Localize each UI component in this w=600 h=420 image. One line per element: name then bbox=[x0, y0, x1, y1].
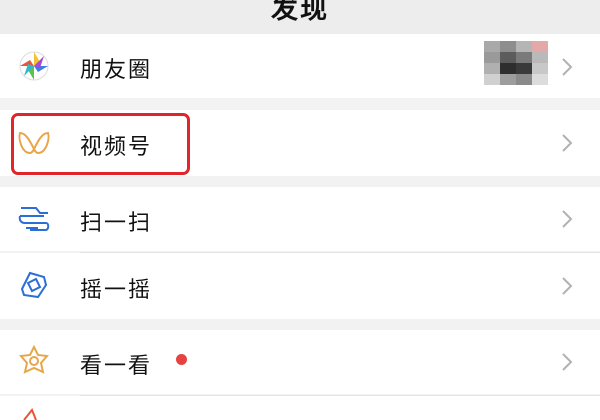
top-stories-icon bbox=[19, 344, 49, 374]
chevron-right-icon bbox=[562, 134, 573, 152]
menu-item-label: 朋友圈 bbox=[80, 58, 153, 83]
menu-item-top-stories[interactable]: 看一看 bbox=[0, 330, 600, 394]
chevron-right-icon bbox=[562, 58, 573, 76]
moments-icon bbox=[19, 51, 49, 81]
menu-item-scan[interactable]: 扫一扫 bbox=[0, 187, 600, 251]
chevron-right-icon bbox=[562, 353, 573, 371]
menu-item-shake[interactable]: 摇一摇 bbox=[0, 253, 600, 319]
moments-thumbnail-image bbox=[484, 41, 548, 85]
menu-item-label: 摇一摇 bbox=[80, 278, 153, 303]
chevron-right-icon bbox=[562, 210, 573, 228]
menu-item-partial[interactable] bbox=[0, 396, 600, 420]
menu-item-moments[interactable]: 朋友圈 bbox=[0, 34, 600, 98]
page-title: 发现 bbox=[271, 0, 329, 25]
shake-icon bbox=[20, 271, 48, 299]
highlight-box bbox=[11, 113, 190, 175]
notification-dot bbox=[176, 354, 187, 365]
page-header: 发现 bbox=[0, 0, 600, 34]
chevron-right-icon bbox=[562, 277, 573, 295]
menu-item-label: 看一看 bbox=[80, 354, 153, 379]
partial-item-icon bbox=[23, 408, 37, 420]
menu-item-label: 扫一扫 bbox=[80, 211, 153, 236]
scan-icon bbox=[18, 207, 50, 231]
